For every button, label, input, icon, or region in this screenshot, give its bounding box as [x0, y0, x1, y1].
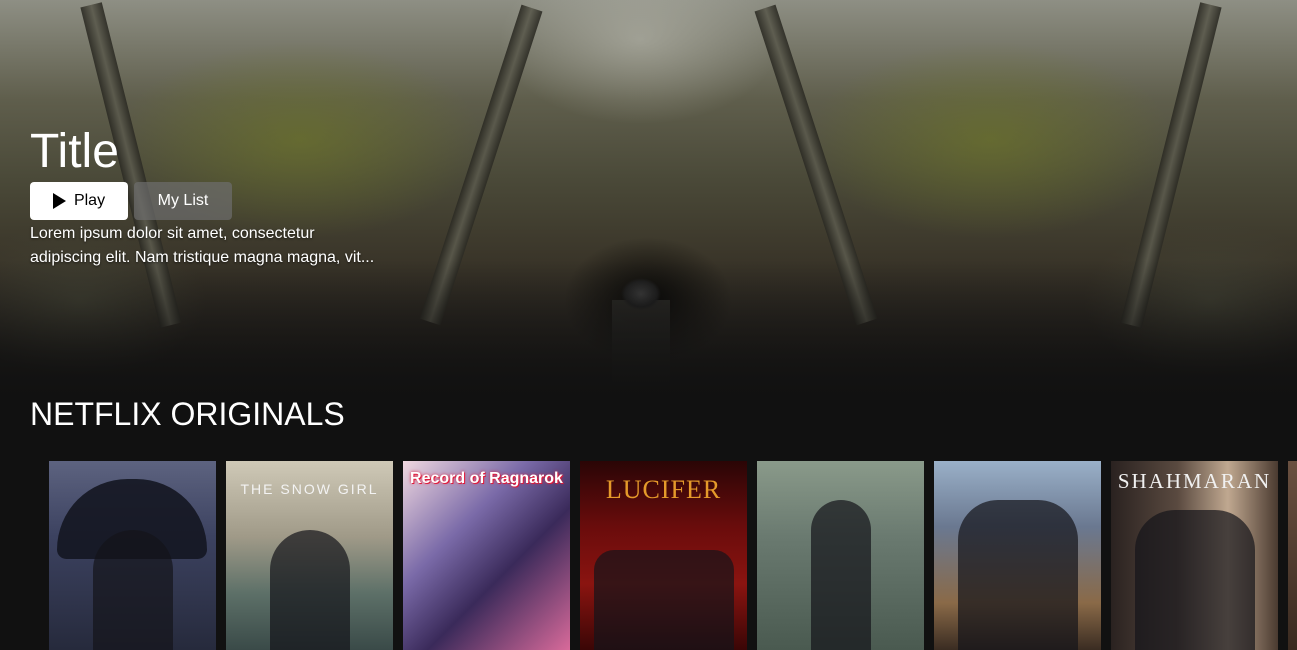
row-title: NETFLIX ORIGINALS — [30, 396, 345, 432]
play-icon — [52, 193, 66, 209]
my-list-button[interactable]: My List — [134, 182, 232, 220]
poster-uzumaki[interactable] — [757, 461, 924, 650]
poster-record-of-ragnarok[interactable]: Record of Ragnarok — [403, 461, 570, 650]
banner-title: Title — [30, 125, 119, 178]
banner-content: Title Play My List Lorem ipsum dolor sit… — [30, 124, 380, 270]
poster-snow-girl[interactable]: THE SNOW GIRL — [226, 461, 393, 650]
play-button[interactable]: Play — [30, 182, 128, 220]
poster-partial[interactable] — [1288, 461, 1297, 650]
poster-cast-art — [593, 550, 734, 650]
poster-character-art — [1134, 510, 1255, 650]
play-button-label: Play — [73, 192, 106, 209]
poster-fantasy-series[interactable] — [934, 461, 1101, 650]
poster-title: Record of Ragnarok — [410, 470, 563, 487]
poster-character-art — [957, 500, 1078, 650]
my-list-button-label: My List — [157, 192, 209, 209]
poster-title: LUCIFER — [605, 475, 722, 504]
banner-fade — [0, 260, 1297, 400]
poster-title: THE SNOW GIRL — [240, 481, 379, 497]
poster-shahmaran[interactable]: SHAHMARAN — [1111, 461, 1278, 650]
banner-description: Lorem ipsum dolor sit amet, consectetur … — [30, 225, 375, 266]
banner-buttons: Play My List — [30, 182, 380, 220]
poster-lucifer[interactable]: LUCIFER — [580, 461, 747, 650]
poster-row: THE SNOW GIRL Record of Ragnarok LUCIFER… — [49, 461, 1297, 650]
poster-character-art — [269, 530, 350, 650]
poster-character-art — [810, 500, 871, 650]
poster-character-art — [92, 530, 173, 650]
poster-wednesday[interactable] — [49, 461, 216, 650]
poster-title: SHAHMARAN — [1117, 469, 1272, 493]
